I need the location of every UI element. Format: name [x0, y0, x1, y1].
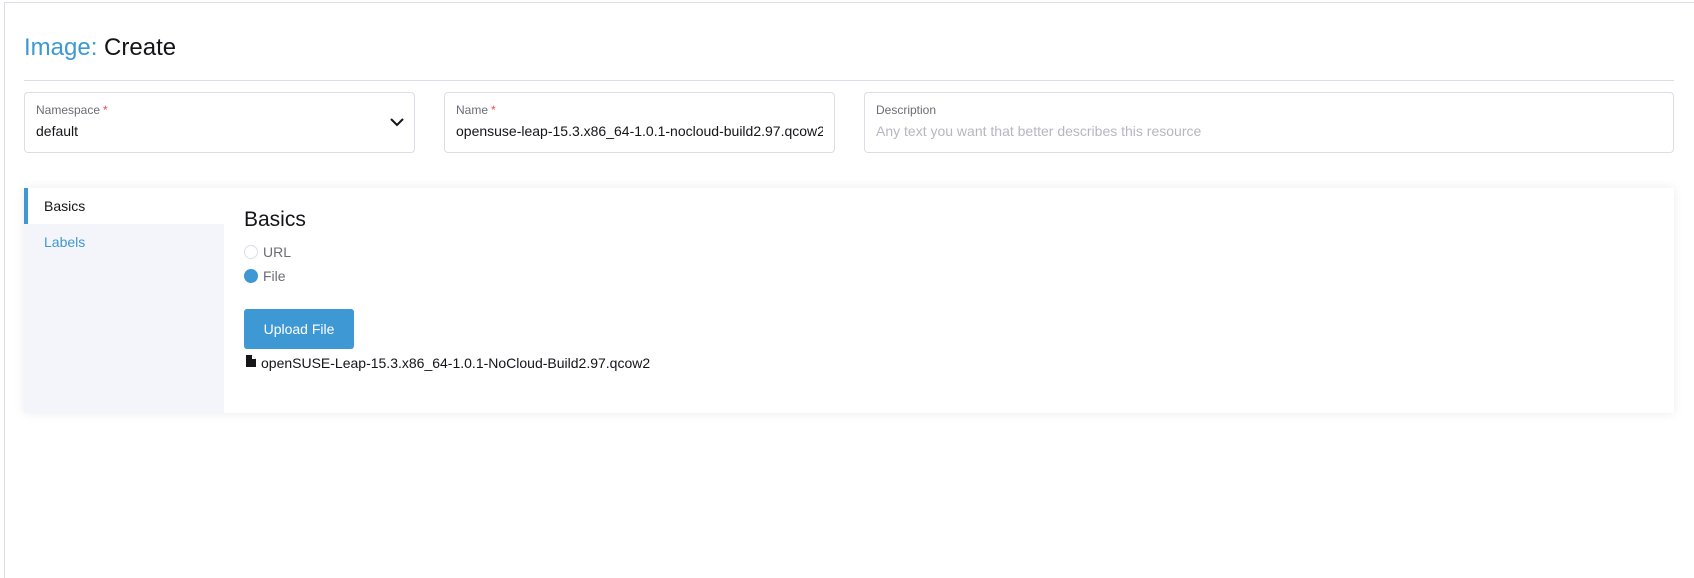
page-title-resource[interactable]: Image:: [24, 34, 97, 61]
description-placeholder: Any text you want that better describes …: [876, 123, 1202, 139]
description-field[interactable]: Description Any text you want that bette…: [864, 92, 1674, 153]
tab-labels[interactable]: Labels: [24, 224, 224, 260]
radio-file[interactable]: File: [244, 268, 286, 284]
namespace-label: Namespace *: [36, 103, 108, 117]
radio-url-circle[interactable]: [244, 245, 258, 259]
namespace-value: default: [36, 123, 79, 139]
name-input-value: opensuse-leap-15.3.x86_64-1.0.1-nocloud-…: [456, 123, 823, 139]
selected-file: openSUSE-Leap-15.3.x86_64-1.0.1-NoCloud-…: [246, 354, 651, 371]
name-field[interactable]: Name * opensuse-leap-15.3.x86_64-1.0.1-no…: [444, 92, 835, 153]
file-icon: [246, 354, 256, 367]
title-divider: [24, 80, 1674, 81]
chevron-down-icon[interactable]: [390, 117, 404, 127]
name-label: Name *: [456, 103, 496, 117]
radio-url[interactable]: URL: [244, 244, 291, 260]
upload-file-button[interactable]: Upload File: [244, 309, 354, 349]
tab-basics[interactable]: Basics: [24, 188, 224, 224]
required-marker: *: [491, 103, 496, 117]
description-label: Description: [876, 103, 937, 117]
page-title-verb: Create: [104, 34, 177, 61]
section-title: Basics: [244, 208, 306, 231]
namespace-select[interactable]: Namespace * default: [24, 92, 415, 153]
tabs-card: Basics Labels Basics URL File Upload Fil…: [24, 188, 1674, 413]
radio-file-label: File: [263, 268, 286, 284]
page-title: Image: Create: [24, 34, 176, 62]
radio-url-label: URL: [263, 244, 292, 260]
side-tabs: Basics Labels: [24, 188, 224, 413]
required-marker: *: [103, 103, 108, 117]
radio-file-circle[interactable]: [244, 269, 258, 283]
tab-panel-basics: Basics URL File Upload File openSUSE-Lea…: [244, 188, 1674, 413]
selected-file-name: openSUSE-Leap-15.3.x86_64-1.0.1-NoCloud-…: [261, 355, 651, 371]
